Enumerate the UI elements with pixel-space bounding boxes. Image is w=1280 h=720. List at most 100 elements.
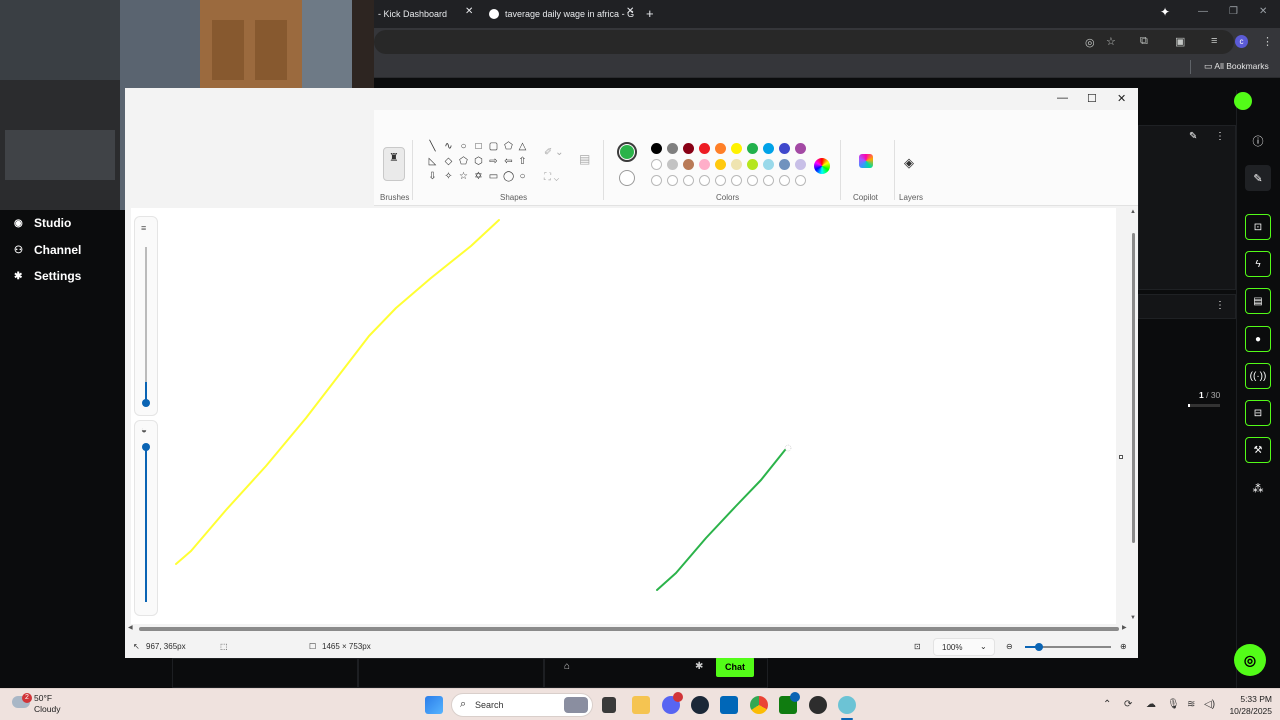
color-swatch[interactable] — [715, 159, 726, 170]
sidepanel-icon[interactable]: ▣ — [1175, 35, 1185, 48]
close-tab-icon[interactable]: ✕ — [626, 6, 634, 17]
edit-icon[interactable]: ✎ — [1189, 131, 1197, 142]
zoom-select[interactable]: 100% ⌄ — [933, 638, 995, 656]
brush-size-slider[interactable]: ≡ — [134, 216, 158, 416]
callout-oval-shape-icon[interactable]: ◯ — [503, 171, 514, 182]
color-swatch[interactable] — [683, 159, 694, 170]
custom-color-slot[interactable] — [651, 175, 662, 186]
color-swatch[interactable] — [731, 159, 742, 170]
zoom-out-icon[interactable]: ⊖ — [1006, 642, 1013, 651]
secondary-color-button[interactable] — [619, 170, 635, 186]
chat-bubble-icon[interactable]: ● — [1245, 326, 1271, 352]
more-icon[interactable]: ⋮ — [1215, 300, 1225, 311]
wifi-icon[interactable]: ≋ — [1187, 699, 1195, 710]
eye-off-icon[interactable]: ◎ — [1085, 36, 1095, 49]
triangle-shape-icon[interactable]: △ — [517, 141, 528, 152]
layers-icon[interactable]: ◈ — [904, 155, 914, 171]
color-swatch[interactable] — [795, 143, 806, 154]
right-triangle-shape-icon[interactable]: ◺ — [427, 156, 438, 167]
kick-logo-icon[interactable] — [1234, 92, 1252, 110]
oval-shape-icon[interactable]: ○ — [458, 141, 469, 152]
profile-avatar[interactable]: c — [1235, 35, 1248, 48]
sidebar-item-channel[interactable]: ⚇ Channel — [14, 243, 81, 257]
color-swatch[interactable] — [763, 143, 774, 154]
close-window-icon[interactable]: ✕ — [1259, 6, 1267, 17]
sidebar-item-studio[interactable]: ◉ Studio — [14, 216, 71, 230]
color-picker-icon[interactable] — [814, 158, 830, 174]
slider-thumb[interactable] — [142, 399, 150, 407]
clip-icon[interactable]: ⊡ — [1245, 214, 1271, 240]
weather-widget[interactable]: 2 50°F Cloudy — [12, 693, 60, 715]
obs-icon[interactable] — [809, 696, 827, 714]
canvas-resize-handle[interactable] — [1119, 455, 1123, 459]
media-icon[interactable]: ≡ — [1211, 35, 1217, 47]
task-view-icon[interactable] — [602, 697, 616, 713]
color-swatch[interactable] — [699, 143, 710, 154]
chat-button[interactable]: Chat — [716, 657, 754, 677]
maximize-icon[interactable]: ❐ — [1229, 6, 1238, 17]
microphone-icon[interactable]: 🎙 — [1167, 699, 1180, 710]
callout-cloud-shape-icon[interactable]: ○ — [517, 171, 528, 182]
lightning-icon[interactable]: ϟ — [1245, 251, 1271, 277]
shape-size-icon[interactable]: ▤ — [579, 152, 590, 166]
zoom-slider-thumb[interactable] — [1035, 643, 1043, 651]
copilot-icon[interactable] — [859, 154, 873, 168]
close-icon[interactable]: ✕ — [1117, 92, 1126, 105]
more-icon[interactable]: ⋮ — [1215, 131, 1225, 142]
store-icon[interactable] — [720, 696, 738, 714]
minimize-icon[interactable]: — — [1057, 92, 1068, 104]
support-icon[interactable]: ◎ — [1234, 644, 1266, 676]
sidebar-item-settings[interactable]: ✱ Settings — [14, 269, 81, 283]
four-point-star-shape-icon[interactable]: ✧ — [443, 171, 454, 182]
gear-icon[interactable]: ✱ — [695, 661, 703, 672]
new-tab-button[interactable]: + — [646, 6, 654, 21]
custom-color-slot[interactable] — [667, 175, 678, 186]
six-point-star-shape-icon[interactable]: ✡ — [473, 171, 484, 182]
pencil-icon[interactable]: ✎ — [1245, 165, 1271, 191]
color-swatch[interactable] — [683, 143, 694, 154]
slider-thumb[interactable] — [142, 443, 150, 451]
scroll-left-icon[interactable]: ◀ — [128, 624, 133, 631]
layout-icon[interactable]: ⊟ — [1245, 400, 1271, 426]
minimize-icon[interactable]: — — [1198, 6, 1208, 17]
brush-tool-button[interactable]: ♜ — [383, 147, 405, 181]
scroll-right-icon[interactable]: ▶ — [1122, 624, 1127, 631]
line-shape-icon[interactable]: ╲ — [427, 141, 438, 152]
color-swatch[interactable] — [715, 143, 726, 154]
pentagon-shape-icon[interactable]: ⬠ — [458, 156, 469, 167]
custom-color-slot[interactable] — [763, 175, 774, 186]
color-swatch[interactable] — [747, 143, 758, 154]
color-swatch[interactable] — [651, 143, 662, 154]
maximize-icon[interactable]: ☐ — [1087, 92, 1097, 105]
color-swatch[interactable] — [779, 159, 790, 170]
windows-start-icon[interactable] — [425, 696, 443, 714]
custom-color-slot[interactable] — [779, 175, 790, 186]
system-clock[interactable]: 5:33 PM 10/28/2025 — [1222, 693, 1272, 717]
menu-icon[interactable]: ⋮ — [1262, 35, 1273, 48]
star-icon[interactable]: ☆ — [1106, 35, 1116, 48]
color-swatch[interactable] — [731, 143, 742, 154]
zoom-slider[interactable] — [1025, 643, 1111, 651]
tab-kick-dashboard[interactable]: - Kick Dashboard — [378, 4, 447, 24]
address-bar[interactable] — [374, 30, 1234, 54]
extensions-icon[interactable]: ⧉ — [1140, 35, 1148, 48]
zoom-in-icon[interactable]: ⊕ — [1120, 642, 1127, 651]
steam-icon[interactable] — [691, 696, 709, 714]
custom-color-slot[interactable] — [699, 175, 710, 186]
all-bookmarks[interactable]: ▭ All Bookmarks — [1204, 61, 1269, 72]
color-swatch[interactable] — [667, 143, 678, 154]
taskbar-search[interactable]: ⌕ Search — [451, 693, 593, 717]
left-arrow-shape-icon[interactable]: ⇦ — [503, 156, 514, 167]
custom-color-slot[interactable] — [683, 175, 694, 186]
broadcast-icon[interactable]: ((·)) — [1245, 363, 1271, 389]
volume-icon[interactable]: ◁) — [1204, 699, 1215, 710]
curve-shape-icon[interactable]: ∿ — [443, 141, 454, 152]
scroll-down-icon[interactable]: ▼ — [1130, 615, 1136, 621]
bubbles-icon[interactable]: ⁂ — [1245, 475, 1271, 501]
custom-color-slot[interactable] — [731, 175, 742, 186]
wrench-icon[interactable]: ⚒ — [1245, 437, 1271, 463]
diamond-shape-icon[interactable]: ◇ — [443, 156, 454, 167]
color-swatch[interactable] — [795, 159, 806, 170]
file-explorer-icon[interactable] — [632, 696, 650, 714]
right-arrow-shape-icon[interactable]: ⇨ — [488, 156, 499, 167]
